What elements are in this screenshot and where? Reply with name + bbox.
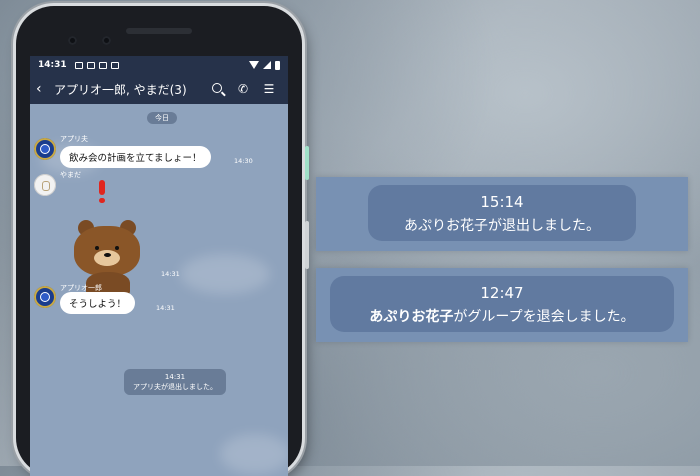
notification-time: 12:47 (480, 284, 524, 302)
message-time: 14:30 (234, 157, 253, 165)
phone-device: 14:31 ‹ アプリオ一郎, やまだ(3) ✆ ☰ 今日 アプリ夫 飲み会の計… (16, 6, 309, 476)
earpiece (126, 28, 192, 34)
notification-pill: 15:14 あぷりお花子が退出しました。 (368, 185, 636, 241)
notification-user: あぷりお花子 (404, 218, 488, 234)
message-bubble[interactable]: 飲み会の計画を立てましょー！ (60, 146, 211, 168)
status-time: 14:31 (38, 60, 67, 70)
image-notification-icon (74, 61, 83, 69)
system-message: 14:31 アプリ夫が退出しました。 (124, 369, 226, 395)
chevron-left-icon[interactable]: ‹ (36, 81, 54, 97)
status-bar: 14:31 (30, 56, 288, 74)
volume-button (305, 221, 309, 269)
search-icon (212, 83, 222, 93)
search-button[interactable] (204, 82, 230, 96)
bear-nose (104, 253, 111, 257)
notification-panel: 15:14 あぷりお花子が退出しました。 (316, 177, 688, 251)
notification-text: あぷりお花子がグループを退会しました。 (330, 306, 674, 326)
signal-icon (263, 61, 271, 69)
bear-eye (95, 246, 99, 250)
message-bubble[interactable]: そうしよう！ (60, 292, 136, 314)
chat-header: ‹ アプリオ一郎, やまだ(3) ✆ ☰ (30, 74, 288, 104)
phone-screen: 14:31 ‹ アプリオ一郎, やまだ(3) ✆ ☰ 今日 アプリ夫 飲み会の計… (30, 56, 288, 476)
date-divider: 今日 (147, 112, 177, 124)
notification-panel: 12:47 あぷりお花子がグループを退会しました。 (316, 268, 688, 342)
app-notification-icon (110, 61, 119, 69)
notification-action: がグループを退会しました。 (453, 309, 635, 325)
battery-icon (275, 60, 280, 70)
sender-name: やまだ (60, 171, 81, 179)
message-time: 14:31 (156, 304, 175, 312)
sender-name: アプリ夫 (60, 135, 88, 143)
chat-title: アプリオ一郎, やまだ(3) (54, 82, 187, 97)
wifi-icon (249, 61, 259, 69)
chat-area[interactable]: 今日 アプリ夫 飲み会の計画を立てましょー！ 14:30 やまだ 14:31 ア (30, 104, 288, 476)
front-camera-icon (68, 36, 77, 45)
message-time: 14:31 (161, 270, 180, 278)
notification-pill: 12:47 あぷりお花子がグループを退会しました。 (330, 276, 674, 332)
notification-time: 15:14 (480, 193, 524, 211)
notification-action: が退出しました。 (488, 218, 600, 234)
avatar[interactable] (34, 138, 56, 160)
avatar[interactable] (34, 286, 56, 308)
bear-eye (115, 246, 119, 250)
exclamation-icon (99, 180, 105, 195)
notification-text: あぷりお花子が退出しました。 (368, 215, 636, 235)
system-message-time: 14:31 (164, 373, 186, 381)
background-cloud (180, 254, 270, 294)
menu-icon[interactable]: ☰ (256, 82, 282, 96)
front-sensor-icon (102, 36, 111, 45)
power-button (305, 146, 309, 180)
phone-icon[interactable]: ✆ (230, 82, 256, 96)
message-notification-icon (86, 61, 95, 69)
exclamation-dot-icon (99, 198, 105, 203)
dropbox-notification-icon (98, 61, 107, 69)
notification-user: あぷりお花子 (369, 309, 454, 325)
avatar[interactable] (34, 174, 56, 196)
system-message-text: アプリ夫が退出しました。 (133, 383, 217, 391)
background-cloud (220, 434, 288, 474)
